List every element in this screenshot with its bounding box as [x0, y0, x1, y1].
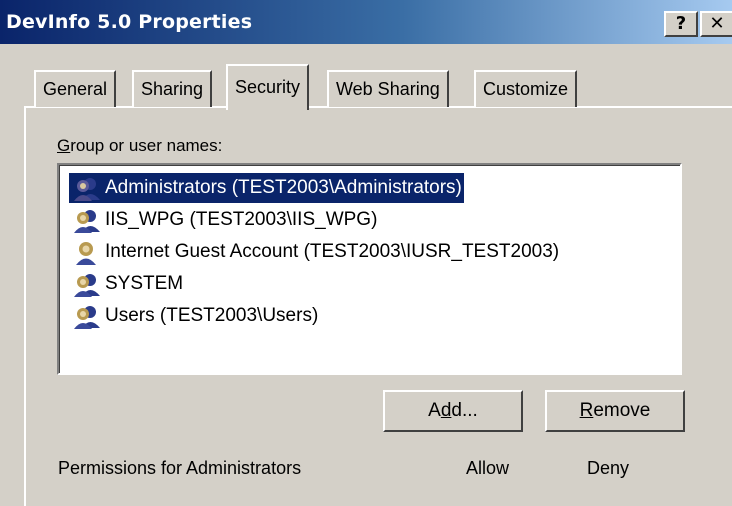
- add-button[interactable]: Add...: [383, 390, 523, 432]
- remove-button[interactable]: Remove: [545, 390, 685, 432]
- add-button-mnemonic: d: [440, 400, 452, 421]
- remove-button-mnemonic: R: [579, 400, 594, 421]
- group-icon: [74, 210, 100, 233]
- group-icon: [74, 274, 100, 297]
- list-item-label: Internet Guest Account (TEST2003\IUSR_TE…: [105, 241, 560, 262]
- list-item-system[interactable]: SYSTEM: [69, 269, 669, 299]
- add-button-label-post: d...: [451, 400, 478, 421]
- window-title: DevInfo 5.0 Properties: [6, 11, 253, 33]
- group-label-text: roup or user names:: [70, 136, 223, 155]
- tab-web-sharing[interactable]: Web Sharing: [327, 70, 449, 107]
- permissions-allow-column: Allow: [466, 458, 510, 478]
- user-icon: [76, 242, 96, 265]
- tab-customize[interactable]: Customize: [474, 70, 578, 107]
- list-item-label: Administrators (TEST2003\Administrators): [103, 173, 464, 203]
- user-listbox[interactable]: Administrators (TEST2003\Administrators)…: [57, 163, 682, 375]
- permissions-deny-column: Deny: [587, 458, 630, 478]
- tab-security[interactable]: Security: [226, 64, 310, 110]
- list-item-users[interactable]: Users (TEST2003\Users): [69, 301, 669, 331]
- title-bar[interactable]: DevInfo 5.0 Properties ? ✕: [0, 0, 732, 44]
- add-button-label-pre: A: [428, 400, 441, 421]
- list-item-administrators[interactable]: Administrators (TEST2003\Administrators): [69, 173, 669, 203]
- group-label-mnemonic: G: [57, 136, 71, 155]
- list-item-label: IIS_WPG (TEST2003\IIS_WPG): [105, 209, 378, 230]
- group-icon: [74, 306, 100, 329]
- list-item-label: Users (TEST2003\Users): [105, 305, 319, 326]
- list-item-label: SYSTEM: [105, 273, 184, 294]
- group-or-user-names-label: Group or user names:: [57, 136, 222, 156]
- list-item-internet-guest-account[interactable]: Internet Guest Account (TEST2003\IUSR_TE…: [69, 237, 669, 267]
- tab-general[interactable]: General: [34, 70, 117, 107]
- permissions-header: Permissions for Administrators: [58, 458, 302, 478]
- group-icon: [74, 178, 100, 201]
- help-button[interactable]: ?: [664, 11, 698, 37]
- tab-sharing[interactable]: Sharing: [132, 70, 213, 107]
- remove-button-label-post: emove: [593, 400, 651, 421]
- list-item-iis-wpg[interactable]: IIS_WPG (TEST2003\IIS_WPG): [69, 205, 669, 235]
- close-button[interactable]: ✕: [700, 11, 732, 37]
